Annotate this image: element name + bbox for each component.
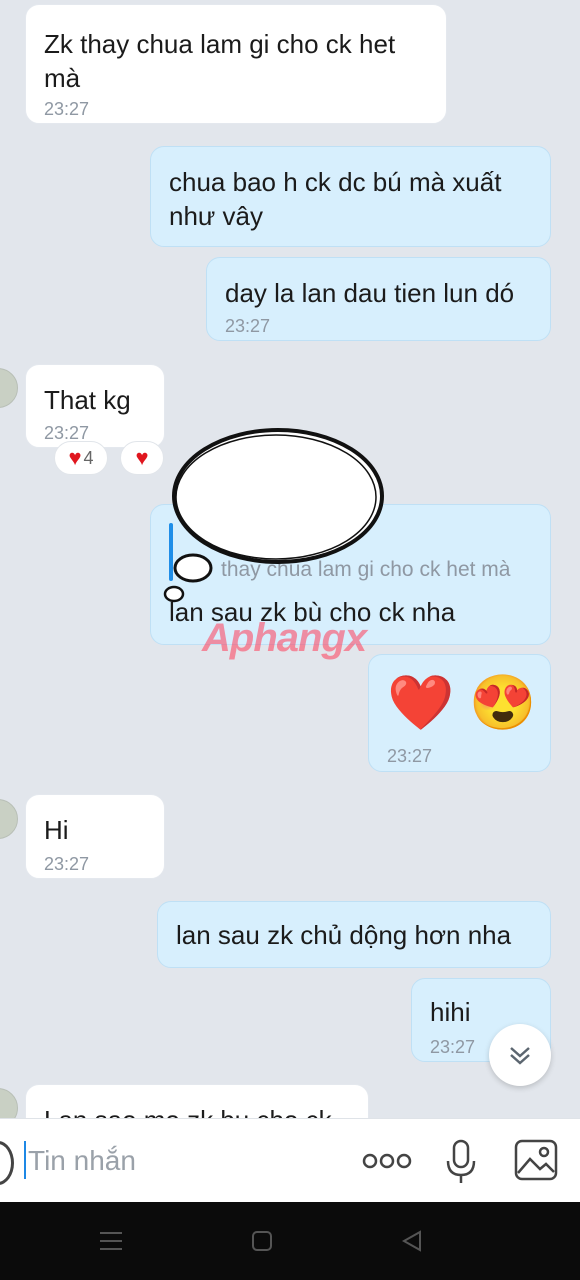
redaction-scribble [163, 428, 384, 603]
watermark: Aphangx [202, 616, 367, 660]
more-icon[interactable] [362, 1149, 412, 1173]
message-text: chua bao h ck dc bú mà xuất như vây [169, 167, 502, 231]
message-received[interactable]: That kg 23:27 [25, 364, 165, 448]
system-navigation-bar [0, 1202, 580, 1280]
image-icon[interactable] [514, 1139, 558, 1181]
message-received[interactable]: Hi 23:27 [25, 794, 165, 879]
message-text: lan sau zk chủ dộng hơn nha [176, 920, 512, 950]
react-button[interactable]: ♥ [120, 441, 164, 475]
microphone-icon[interactable] [444, 1139, 478, 1185]
reaction-count: 4 [83, 447, 94, 468]
message-received[interactable]: Lan sao mo zk bu cho ck [25, 1084, 369, 1118]
message-text: Hi [44, 815, 69, 845]
message-received[interactable]: Zk thay chua lam gi cho ck het mà 23:27 [25, 4, 447, 124]
message-emoji: ❤️ 😍 [387, 673, 537, 733]
text-cursor [24, 1141, 26, 1179]
chat-area[interactable]: Zk thay chua lam gi cho ck het mà 23:27 … [0, 0, 580, 1118]
message-text: Lan sao mo zk bu cho ck [44, 1103, 332, 1118]
chevron-down-icon [510, 1047, 530, 1065]
message-text: Zk thay chua lam gi cho ck het mà [44, 29, 396, 93]
back-icon[interactable] [400, 1229, 424, 1253]
emoji-icon[interactable] [0, 1141, 14, 1185]
avatar[interactable] [0, 368, 18, 408]
message-text: day la lan dau tien lun dó [225, 278, 515, 308]
message-time: 23:27 [387, 746, 433, 766]
message-time: 23:27 [44, 423, 90, 443]
message-input-bar: Tin nhắn [0, 1118, 580, 1203]
avatar[interactable] [0, 1088, 18, 1118]
menu-icon[interactable] [98, 1230, 124, 1252]
heart-icon: ♥ [135, 445, 149, 470]
message-sent[interactable]: lan sau zk chủ dộng hơn nha [157, 901, 551, 968]
message-time: 23:27 [225, 316, 271, 336]
message-time: 23:27 [430, 1037, 476, 1057]
message-sent[interactable]: ❤️ 😍 23:27 [368, 654, 551, 772]
heart-icon: ♥ [68, 445, 82, 470]
message-time: 23:27 [44, 854, 90, 874]
avatar[interactable] [0, 799, 18, 839]
scroll-to-bottom-button[interactable] [489, 1024, 551, 1086]
message-text: That kg [44, 385, 131, 415]
reaction-summary[interactable]: ♥ 4 [54, 441, 108, 475]
message-sent[interactable]: day la lan dau tien lun dó 23:27 [206, 257, 551, 341]
message-time: 23:27 [44, 99, 90, 119]
message-input[interactable]: Tin nhắn [28, 1145, 136, 1177]
message-sent[interactable]: chua bao h ck dc bú mà xuất như vây [150, 146, 551, 247]
home-icon[interactable] [251, 1230, 273, 1252]
message-text: hihi [430, 997, 471, 1027]
